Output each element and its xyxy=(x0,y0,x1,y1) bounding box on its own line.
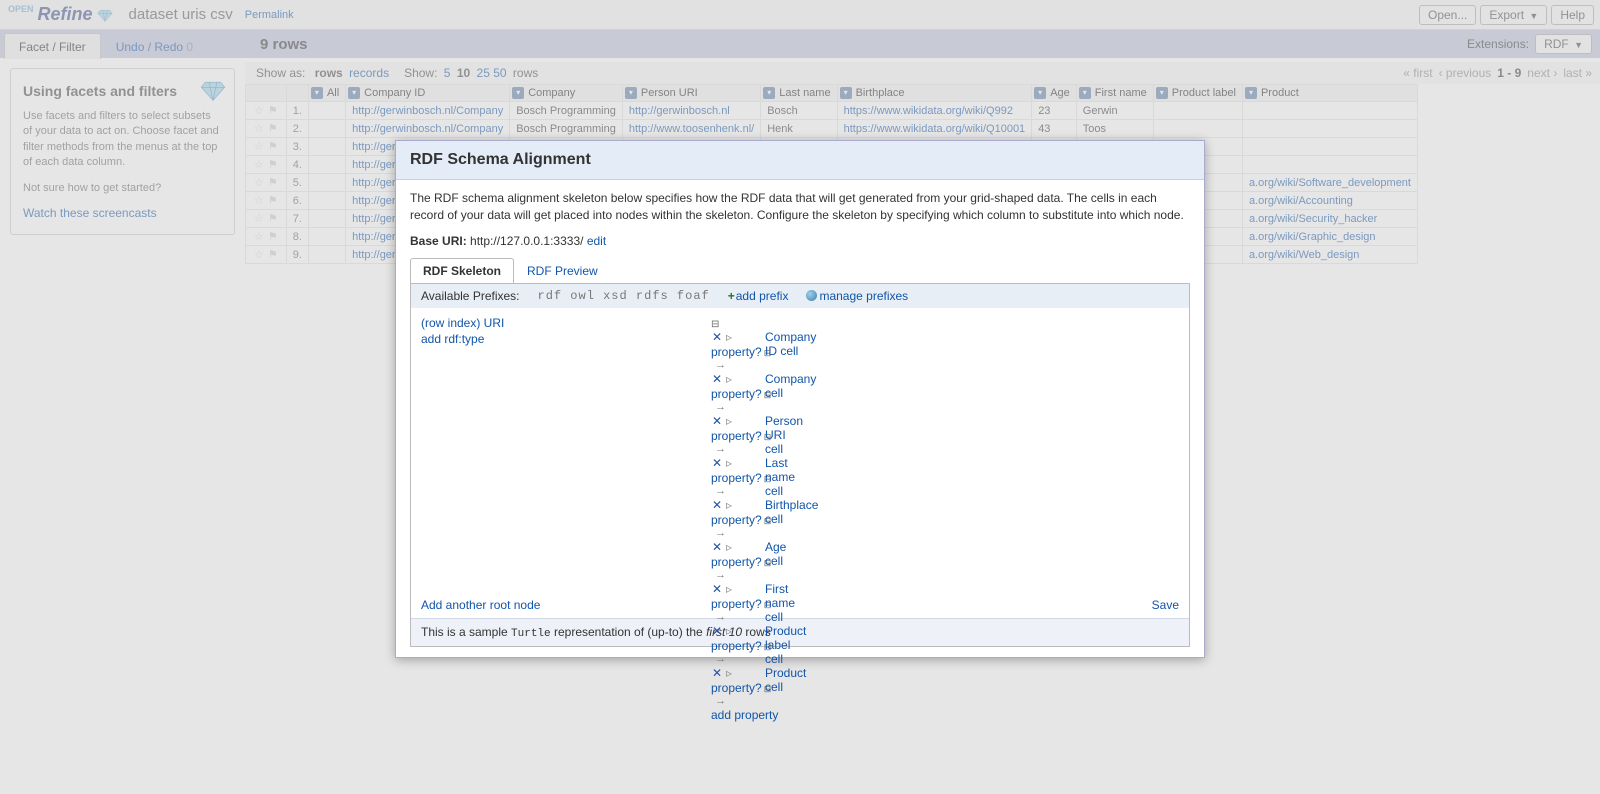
property-row: ✕▹First name cell xyxy=(711,582,778,596)
arrow-icon: ▹ xyxy=(723,540,735,554)
skeleton-pane: Available Prefixes: rdf owl xsd rdfs foa… xyxy=(410,284,1190,647)
dialog-tabs: RDF Skeleton RDF Preview xyxy=(410,258,1190,284)
arrow-icon: ▹ xyxy=(723,414,735,428)
dialog-body: The RDF schema alignment skeleton below … xyxy=(396,180,1204,657)
cell-target-link[interactable]: Person URI cell xyxy=(765,414,803,456)
rdf-schema-dialog: RDF Schema Alignment The RDF schema alig… xyxy=(395,140,1205,658)
base-uri-value: http://127.0.0.1:3333/ xyxy=(470,234,583,248)
remove-icon[interactable]: ✕ xyxy=(711,456,723,470)
base-uri-edit[interactable]: edit xyxy=(587,234,606,248)
down-arrow-icon: → xyxy=(715,401,778,413)
base-uri-line: Base URI: http://127.0.0.1:3333/ edit xyxy=(410,234,1190,248)
down-arrow-icon: → xyxy=(715,695,778,707)
cell-target-link[interactable]: Product cell xyxy=(765,666,806,694)
manage-prefixes-link[interactable]: manage prefixes xyxy=(806,289,908,303)
cell-target-link[interactable]: Product label cell xyxy=(765,624,806,666)
cell-target-link[interactable]: Age cell xyxy=(765,540,786,568)
arrow-icon: ▹ xyxy=(723,456,735,470)
remove-icon[interactable]: ✕ xyxy=(711,372,723,386)
prefixes-list: rdf owl xsd rdfs foaf xyxy=(538,289,710,303)
arrow-icon: ▹ xyxy=(723,624,735,638)
arrow-icon: ▹ xyxy=(723,498,735,512)
modal-overlay: RDF Schema Alignment The RDF schema alig… xyxy=(0,0,1600,794)
save-link[interactable]: Save xyxy=(1152,598,1179,612)
footer-row: Add another root node Save xyxy=(421,598,1179,612)
prefixes-label: Available Prefixes: xyxy=(421,289,520,303)
remove-icon[interactable]: ✕ xyxy=(711,624,723,638)
add-property-link[interactable]: add property xyxy=(711,708,778,722)
arrow-icon: ▹ xyxy=(723,372,735,386)
add-prefix-link[interactable]: +add prefix xyxy=(728,289,789,303)
cell-target-link[interactable]: Company cell xyxy=(765,372,816,400)
property-row: ✕▹Last name cell xyxy=(711,456,778,470)
sample-text-2: representation of (up-to) the xyxy=(551,625,706,639)
root-column: (row index) URI add rdf:type xyxy=(421,316,504,348)
property-row: ✕▹Birthplace cell xyxy=(711,498,778,512)
property-row: ✕▹Product cell xyxy=(711,666,778,680)
remove-icon[interactable]: ✕ xyxy=(711,582,723,596)
prefix-bar: Available Prefixes: rdf owl xsd rdfs foa… xyxy=(411,284,1189,308)
property-row: ✕▹Person URI cell xyxy=(711,414,778,428)
tab-preview[interactable]: RDF Preview xyxy=(514,258,611,283)
property-row: ✕▹Product label cell xyxy=(711,624,778,638)
cell-target-link[interactable]: Company ID cell xyxy=(765,330,816,358)
cell-target-link[interactable]: Birthplace cell xyxy=(765,498,818,526)
cell-target-link[interactable]: Last name cell xyxy=(765,456,795,498)
base-uri-label: Base URI: xyxy=(410,234,467,248)
arrow-icon: ▹ xyxy=(723,330,735,344)
down-arrow-icon: → xyxy=(715,527,778,539)
remove-icon[interactable]: ✕ xyxy=(711,330,723,344)
add-rdf-type-link[interactable]: add rdf:type xyxy=(421,332,504,346)
plus-icon: + xyxy=(728,289,735,303)
sample-code: Turtle xyxy=(511,628,551,640)
globe-icon xyxy=(806,290,817,301)
remove-icon[interactable]: ✕ xyxy=(711,498,723,512)
property-row: ✕▹Age cell xyxy=(711,540,778,554)
arrow-icon: ▹ xyxy=(723,666,735,680)
property-row: ✕▹Company ID cell xyxy=(711,330,778,344)
tab-skeleton[interactable]: RDF Skeleton xyxy=(410,258,514,283)
property-row: ✕▹Company cell xyxy=(711,372,778,386)
add-root-node-link[interactable]: Add another root node xyxy=(421,598,540,612)
dialog-title: RDF Schema Alignment xyxy=(396,141,1204,180)
remove-icon[interactable]: ✕ xyxy=(711,414,723,428)
arrow-icon: ▹ xyxy=(723,582,735,596)
remove-icon[interactable]: ✕ xyxy=(711,540,723,554)
row-index-uri-link[interactable]: (row index) URI xyxy=(421,316,504,330)
down-arrow-icon: → xyxy=(715,359,778,371)
down-arrow-icon: → xyxy=(715,569,778,581)
remove-icon[interactable]: ✕ xyxy=(711,666,723,680)
dialog-intro: The RDF schema alignment skeleton below … xyxy=(410,190,1190,224)
tree-area: (row index) URI add rdf:type ⊟✕▹Company … xyxy=(411,308,1189,618)
properties-column: ⊟✕▹Company ID cellproperty?⊟→✕▹Company c… xyxy=(711,316,778,722)
sample-text-1: This is a sample xyxy=(421,625,511,639)
collapse-icon[interactable]: ⊟ xyxy=(711,316,778,330)
